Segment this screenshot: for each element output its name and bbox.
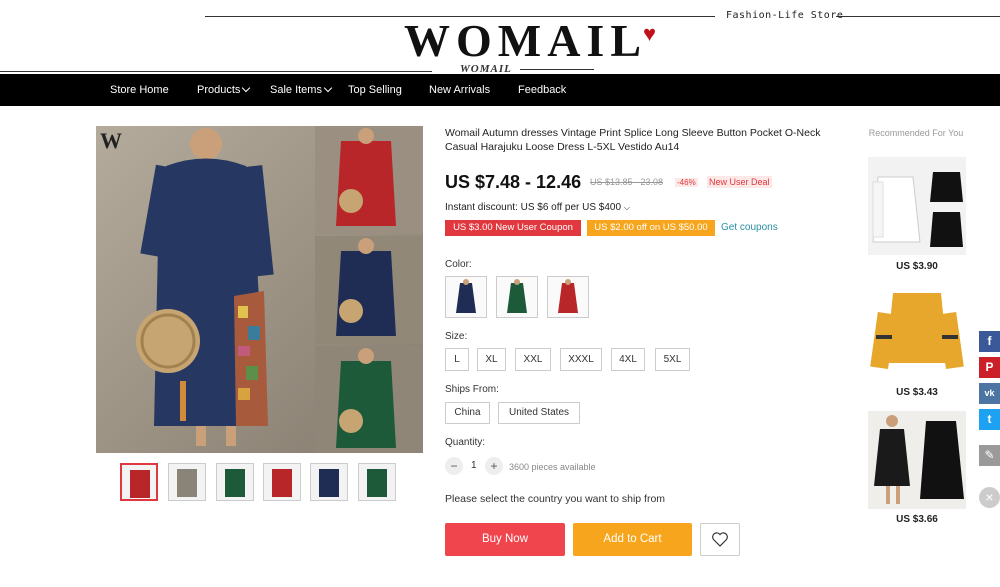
recommended-item-3-price: US $3.66	[896, 514, 938, 525]
sub-rule-left	[0, 71, 432, 72]
heart-icon: ♥	[643, 21, 657, 46]
hoodie-photo	[868, 283, 966, 381]
thumbnail-swatch	[272, 469, 292, 497]
price-range: US $7.48 - 12.46	[445, 172, 582, 192]
thumbnail-5[interactable]	[310, 463, 348, 501]
nav-label: Products	[197, 84, 241, 96]
close-icon[interactable]: ×	[979, 487, 1000, 508]
nav-feedback[interactable]: Feedback	[518, 74, 566, 106]
vk-share-icon[interactable]: vk	[979, 383, 1000, 404]
new-user-coupon[interactable]: US $3.00 New User Coupon	[445, 220, 581, 236]
dress-swatch-icon	[558, 279, 578, 313]
thumbnail-swatch	[225, 469, 245, 497]
thumbnail-1[interactable]	[120, 463, 158, 501]
ship-country-message: Please select the country you want to sh…	[445, 493, 666, 505]
size-option-4xl[interactable]: 4XL	[611, 348, 645, 371]
store-nav-bar: Store Home Products Sale Items Top Selli…	[0, 74, 1000, 106]
thumbnail-swatch	[130, 470, 150, 498]
recommended-item-1-price: US $3.90	[896, 261, 938, 272]
recommended-item-1-image[interactable]	[868, 157, 966, 255]
thumbnail-3[interactable]	[216, 463, 254, 501]
quantity-value[interactable]: 1	[471, 460, 477, 471]
size-option-5xl[interactable]: 5XL	[655, 348, 690, 371]
get-coupons-link[interactable]: Get coupons	[721, 222, 778, 233]
brand-watermark: W	[100, 128, 122, 153]
chevron-down-icon	[323, 83, 333, 93]
nav-store-home[interactable]: Store Home	[110, 74, 169, 106]
color-label: Color:	[445, 259, 472, 270]
thumbnail-swatch	[177, 469, 197, 497]
nav-top-selling[interactable]: Top Selling	[348, 74, 402, 106]
color-option-red[interactable]	[547, 276, 589, 318]
size-option-xl[interactable]: XL	[477, 348, 506, 371]
chevron-down-icon: ⌵	[623, 203, 630, 212]
quantity-increase-button[interactable]: +	[485, 457, 503, 475]
recommended-item-2-image[interactable]	[868, 283, 966, 381]
size-option-l[interactable]: L	[445, 348, 469, 371]
nav-label: New Arrivals	[429, 84, 491, 96]
stock-available: 3600 pieces available	[509, 462, 596, 472]
add-to-cart-button[interactable]: Add to Cart	[573, 523, 692, 556]
nav-products[interactable]: Products	[197, 74, 251, 106]
instant-discount-text: Instant discount: US $6 off per US $400	[445, 202, 622, 213]
dress-photo	[868, 411, 966, 509]
pinterest-share-icon[interactable]: P	[979, 357, 1000, 378]
hoodie-photo	[868, 157, 966, 255]
product-photo-illustration	[96, 126, 423, 453]
nav-label: Store Home	[110, 84, 169, 96]
store-coupon[interactable]: US $2.00 off on US $50.00	[587, 220, 715, 236]
size-option-xxl[interactable]: XXL	[515, 348, 551, 371]
nav-sale-items[interactable]: Sale Items	[270, 74, 333, 106]
dress-swatch-icon	[456, 279, 476, 313]
thumbnail-2[interactable]	[168, 463, 206, 501]
new-user-deal-badge: New User Deal	[707, 176, 772, 188]
ships-from-label: Ships From:	[445, 384, 499, 395]
twitter-share-icon[interactable]: t	[979, 409, 1000, 430]
nav-new-arrivals[interactable]: New Arrivals	[429, 74, 490, 106]
product-main-image[interactable]: W	[96, 126, 423, 453]
store-tagline: Fashion-Life Store	[726, 10, 844, 21]
header-rule-right	[836, 16, 1000, 17]
color-option-navy[interactable]	[445, 276, 487, 318]
thumbnail-4[interactable]	[263, 463, 301, 501]
ship-option-united-states[interactable]: United States	[498, 402, 580, 424]
edit-icon[interactable]: ✎	[979, 445, 1000, 466]
size-label: Size:	[445, 331, 468, 342]
sub-rule-right	[520, 69, 594, 70]
quantity-decrease-button[interactable]: −	[445, 457, 463, 475]
nav-label: Top Selling	[348, 84, 402, 96]
facebook-share-icon[interactable]: f	[979, 331, 1000, 352]
recommended-title: Recommended For You	[868, 128, 964, 138]
chevron-down-icon	[242, 83, 251, 93]
nav-label: Feedback	[518, 84, 567, 96]
recommended-item-2-price: US $3.43	[896, 387, 938, 398]
quantity-label: Quantity:	[445, 437, 486, 448]
dress-swatch-icon	[507, 279, 527, 313]
discount-badge: -46%	[675, 178, 698, 187]
color-option-green[interactable]	[496, 276, 538, 318]
product-title: Womail Autumn dresses Vintage Print Spli…	[445, 127, 821, 153]
thumbnail-swatch	[367, 469, 387, 497]
brand-logo[interactable]: WOMAIL	[404, 14, 647, 67]
buy-now-button[interactable]: Buy Now	[445, 523, 565, 556]
ship-option-china[interactable]: China	[445, 402, 490, 424]
nav-label: Sale Items	[270, 84, 322, 96]
recommended-item-3-image[interactable]	[868, 411, 966, 509]
original-price: US $13.85 - 23.08	[590, 177, 664, 187]
size-option-xxxl[interactable]: XXXL	[560, 348, 602, 371]
instant-discount[interactable]: Instant discount: US $6 off per US $400 …	[445, 202, 630, 213]
thumbnail-swatch	[319, 469, 339, 497]
wishlist-button[interactable]	[700, 523, 740, 556]
thumbnail-6[interactable]	[358, 463, 396, 501]
heart-outline-icon	[712, 532, 728, 547]
